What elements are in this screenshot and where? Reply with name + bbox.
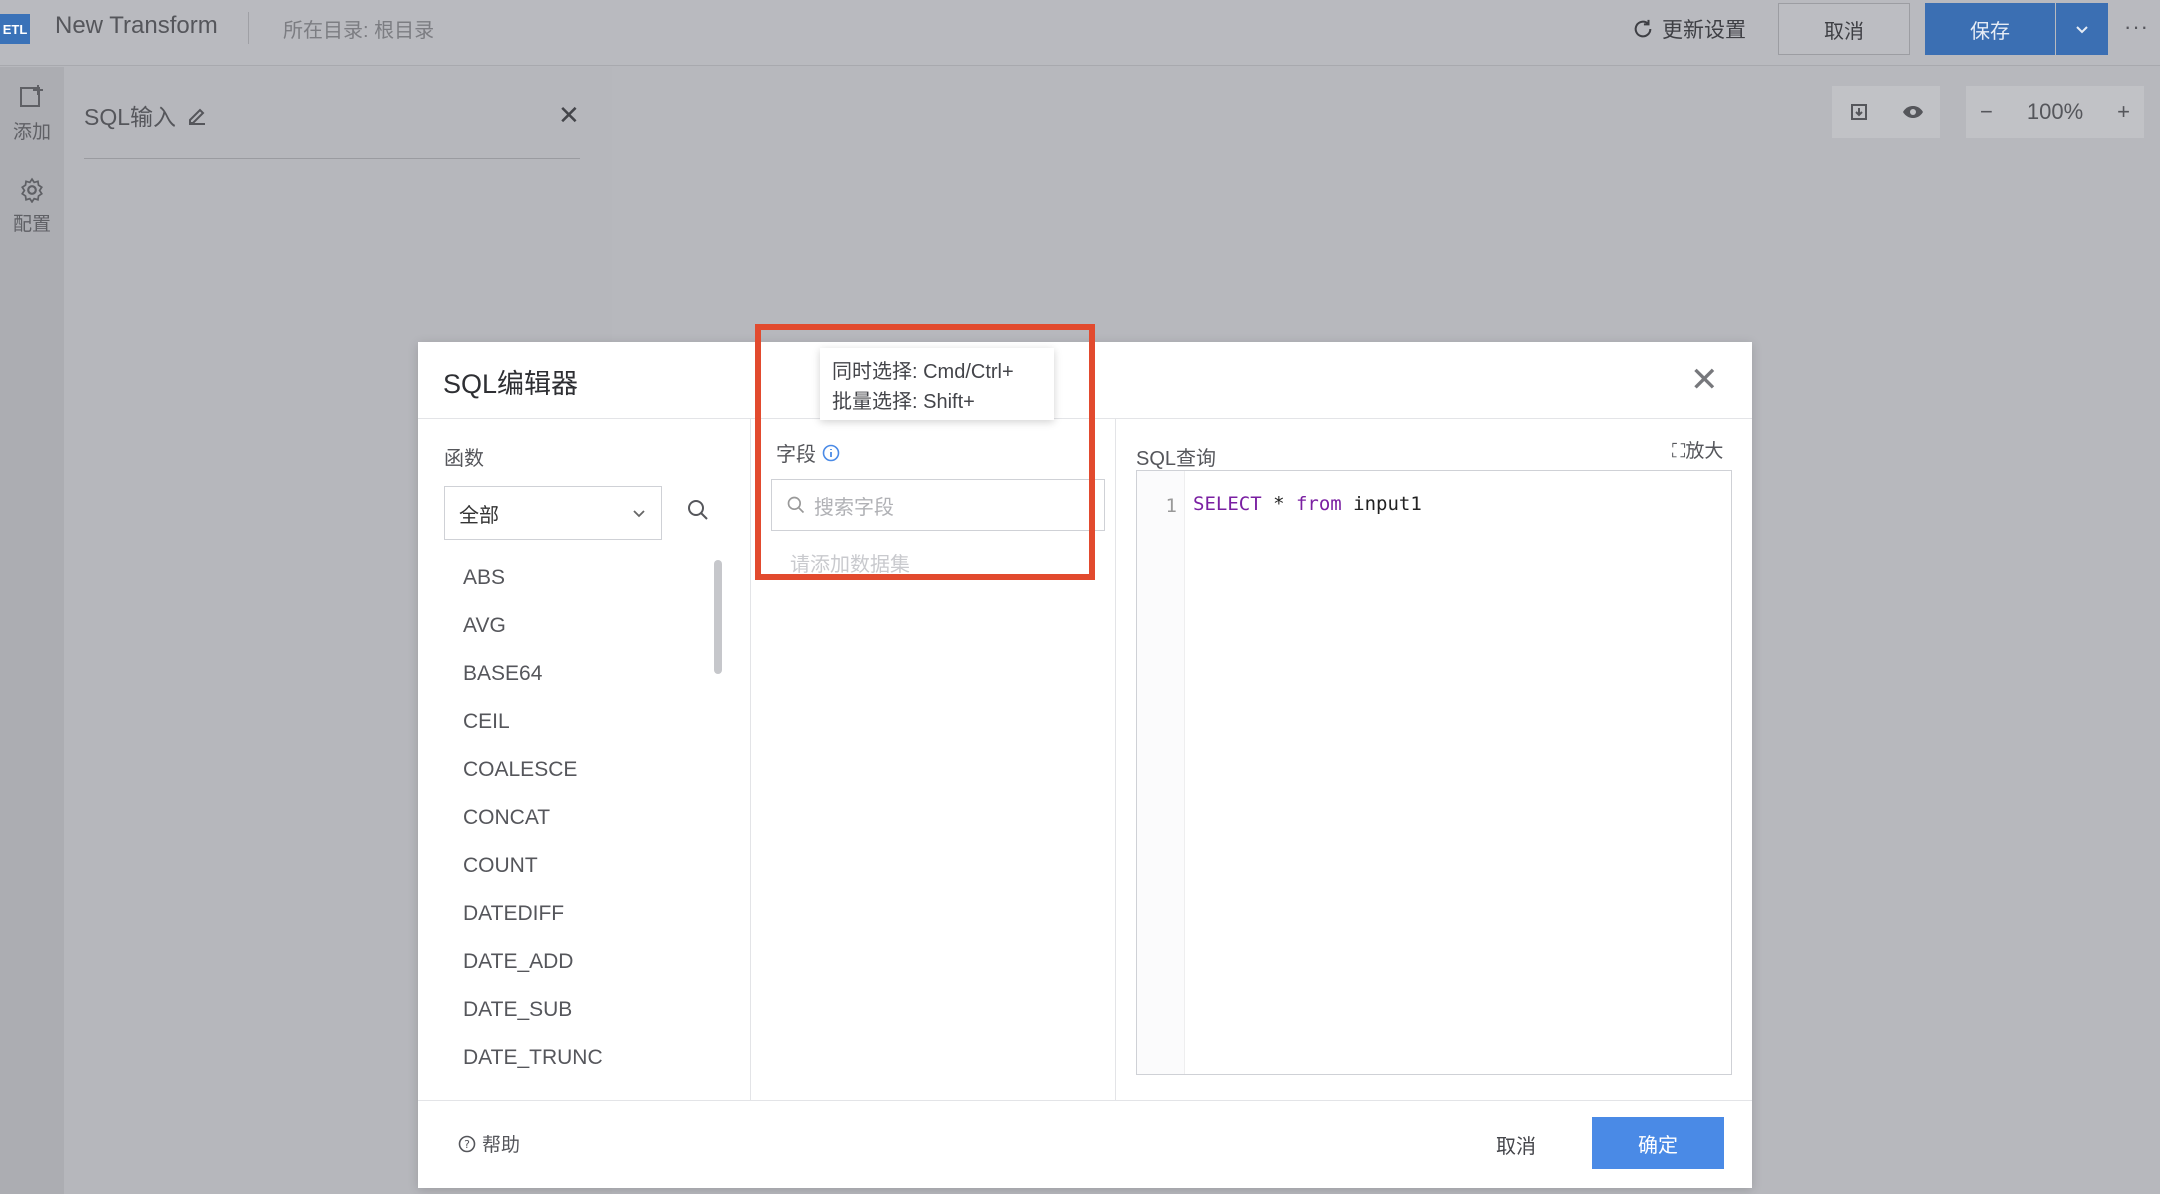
function-category-select[interactable]: 全部	[444, 486, 662, 540]
code-token: *	[1261, 493, 1296, 515]
directory-label: 所在目录: 根目录	[283, 20, 435, 42]
function-item[interactable]: CEIL	[463, 710, 603, 758]
search-icon[interactable]	[686, 498, 710, 522]
dialog-title: SQL编辑器	[443, 369, 579, 399]
code-token: input1	[1341, 493, 1422, 515]
function-list: ABS AVG BASE64 CEIL COALESCE CONCAT COUN…	[463, 566, 603, 1094]
help-label: 帮助	[482, 1135, 521, 1156]
code-keyword: from	[1295, 493, 1342, 515]
help-link[interactable]: ? 帮助	[458, 1130, 520, 1157]
add-node-button[interactable]: 添加	[0, 83, 64, 144]
divider	[750, 418, 751, 1100]
save-dropdown-button[interactable]	[2056, 3, 2108, 55]
function-item[interactable]: AVG	[463, 614, 603, 662]
gear-icon	[21, 177, 43, 203]
divider	[248, 12, 249, 44]
zoom-in-button[interactable]: +	[2117, 99, 2130, 125]
function-category-value: 全部	[459, 504, 499, 527]
chevron-down-icon	[633, 510, 645, 518]
function-item[interactable]: DATEDIFF	[463, 902, 603, 950]
sql-query-label: SQL查询	[1136, 448, 1217, 470]
config-label: 配置	[12, 214, 51, 235]
chevron-down-icon	[2076, 26, 2088, 34]
function-item[interactable]: ABS	[463, 566, 603, 614]
close-icon[interactable]: ✕	[1690, 360, 1719, 400]
code-line[interactable]: SELECT * from input1	[1193, 493, 1422, 515]
expand-label: 放大	[1685, 441, 1724, 462]
svg-text:?: ?	[464, 1138, 470, 1151]
config-button[interactable]: 配置	[0, 177, 64, 236]
function-item[interactable]: BASE64	[463, 662, 603, 710]
refresh-settings-label: 更新设置	[1662, 19, 1746, 42]
canvas-view-tools	[1832, 86, 1940, 138]
export-icon[interactable]	[1849, 102, 1869, 122]
expand-button[interactable]: ⛶放大	[1672, 436, 1723, 463]
transform-title[interactable]: New Transform	[55, 12, 218, 40]
zoom-level: 100%	[2026, 99, 2084, 124]
function-item[interactable]: DATE_ADD	[463, 950, 603, 998]
function-item[interactable]: CONCAT	[463, 806, 603, 854]
function-item[interactable]: COALESCE	[463, 758, 603, 806]
function-item[interactable]: DATE_SUB	[463, 998, 603, 1046]
edit-icon[interactable]	[186, 104, 208, 126]
node-title-label: SQL输入	[84, 104, 177, 130]
sql-code-editor[interactable]: 1 SELECT * from input1	[1136, 470, 1732, 1075]
editor-gutter: 1	[1137, 471, 1185, 1074]
dialog-cancel-button[interactable]: 取消	[1496, 1130, 1536, 1159]
save-button[interactable]: 保存	[1925, 3, 2055, 55]
function-item[interactable]: DATE_TRUNC	[463, 1046, 603, 1094]
left-rail: 添加 配置	[0, 67, 64, 1194]
node-title: SQL输入	[84, 98, 208, 132]
divider	[84, 158, 580, 159]
add-node-icon	[20, 85, 43, 107]
zoom-controls: − 100% +	[1966, 86, 2144, 138]
top-bar: ETL New Transform 所在目录: 根目录 更新设置 取消 保存 ·…	[0, 0, 2160, 66]
code-keyword: SELECT	[1193, 493, 1262, 515]
help-icon: ?	[458, 1135, 476, 1152]
add-label: 添加	[12, 122, 51, 143]
zoom-out-button[interactable]: −	[1980, 99, 1993, 125]
divider	[1115, 418, 1116, 1100]
highlight-box	[755, 324, 1095, 580]
etl-logo: ETL	[0, 14, 30, 44]
expand-icon: ⛶	[1672, 441, 1686, 462]
eye-icon[interactable]	[1902, 104, 1924, 120]
refresh-icon	[1634, 19, 1652, 38]
refresh-settings-button[interactable]: 更新设置	[1632, 14, 1746, 44]
more-menu-button[interactable]: ···	[2124, 14, 2149, 40]
confirm-button[interactable]: 确定	[1592, 1117, 1724, 1169]
line-number: 1	[1165, 495, 1177, 517]
divider	[418, 1100, 1752, 1101]
close-icon[interactable]: ✕	[558, 100, 580, 131]
functions-label: 函数	[444, 448, 484, 470]
function-item[interactable]: COUNT	[463, 854, 603, 902]
function-list-scrollbar[interactable]	[714, 560, 722, 674]
cancel-button[interactable]: 取消	[1778, 3, 1910, 55]
